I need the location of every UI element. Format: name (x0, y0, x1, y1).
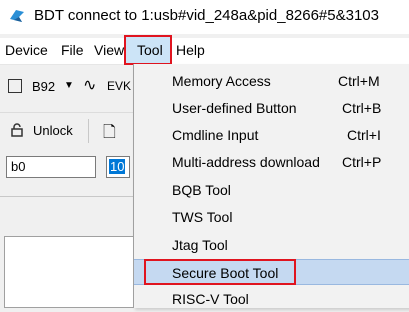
tool-menu-dropdown: Memory Access Ctrl+M User-defined Button… (133, 64, 409, 308)
menu-tool[interactable]: Tool (124, 35, 172, 65)
lock-icon (11, 123, 23, 137)
menu-view[interactable]: View (94, 42, 124, 58)
menu-item-label: Cmdline Input (172, 127, 259, 143)
menu-item-user-defined-button[interactable]: User-defined Button Ctrl+B (134, 95, 409, 121)
tab-strip (0, 196, 140, 227)
signal-wave-icon: ∿ (83, 77, 97, 94)
menu-item-tws-tool[interactable]: TWS Tool (134, 204, 409, 230)
menu-device[interactable]: Device (5, 42, 48, 58)
length-field-value: 10 (109, 159, 126, 174)
chip-select[interactable]: B92 (32, 79, 55, 94)
menu-tool-label: Tool (137, 42, 163, 58)
menu-item-bqb-tool[interactable]: BQB Tool (134, 177, 409, 203)
menu-item-shortcut: Ctrl+I (347, 127, 381, 143)
menu-item-label: Memory Access (172, 73, 271, 89)
length-field[interactable]: 10 (106, 156, 130, 178)
window-title: BDT connect to 1:usb#vid_248a&pid_8266#5… (34, 7, 379, 24)
menu-item-label: TWS Tool (172, 209, 233, 225)
menu-bar: Device File View Tool Help (0, 35, 409, 65)
menu-item-jtag-tool[interactable]: Jtag Tool (134, 232, 409, 258)
chip-icon (8, 79, 22, 93)
menu-item-label: RISC-V Tool (172, 291, 249, 307)
menu-item-multi-address-download[interactable]: Multi-address download Ctrl+P (134, 149, 409, 175)
document-icon[interactable]: 🗋 (103, 121, 116, 148)
toolbar-divider (88, 119, 89, 143)
menu-item-shortcut: Ctrl+B (342, 100, 382, 116)
menu-item-risc-v-tool[interactable]: RISC-V Tool (134, 286, 409, 312)
menu-item-label: BQB Tool (172, 182, 231, 198)
address-field[interactable]: b0 (6, 156, 96, 178)
menu-item-label: Multi-address download (172, 154, 320, 170)
menu-item-label: Jtag Tool (172, 237, 228, 253)
menu-file[interactable]: File (61, 42, 84, 58)
chevron-down-icon[interactable]: ▼ (64, 80, 74, 91)
title-bar: BDT connect to 1:usb#vid_248a&pid_8266#5… (0, 0, 409, 34)
menu-item-secure-boot-tool[interactable]: Secure Boot Tool (134, 259, 409, 285)
menu-item-label: User-defined Button (172, 100, 297, 116)
evk-button[interactable]: EVK (107, 79, 131, 93)
menu-help[interactable]: Help (176, 42, 205, 58)
log-pane[interactable] (4, 236, 140, 308)
menu-item-shortcut: Ctrl+P (342, 154, 382, 170)
menu-item-shortcut: Ctrl+M (338, 73, 380, 89)
app-logo-icon (10, 10, 24, 22)
unlock-button[interactable]: Unlock (33, 123, 73, 138)
annotation-highlight-box (144, 259, 296, 285)
menu-item-memory-access[interactable]: Memory Access Ctrl+M (134, 68, 409, 94)
menu-item-cmdline-input[interactable]: Cmdline Input Ctrl+I (134, 122, 409, 148)
